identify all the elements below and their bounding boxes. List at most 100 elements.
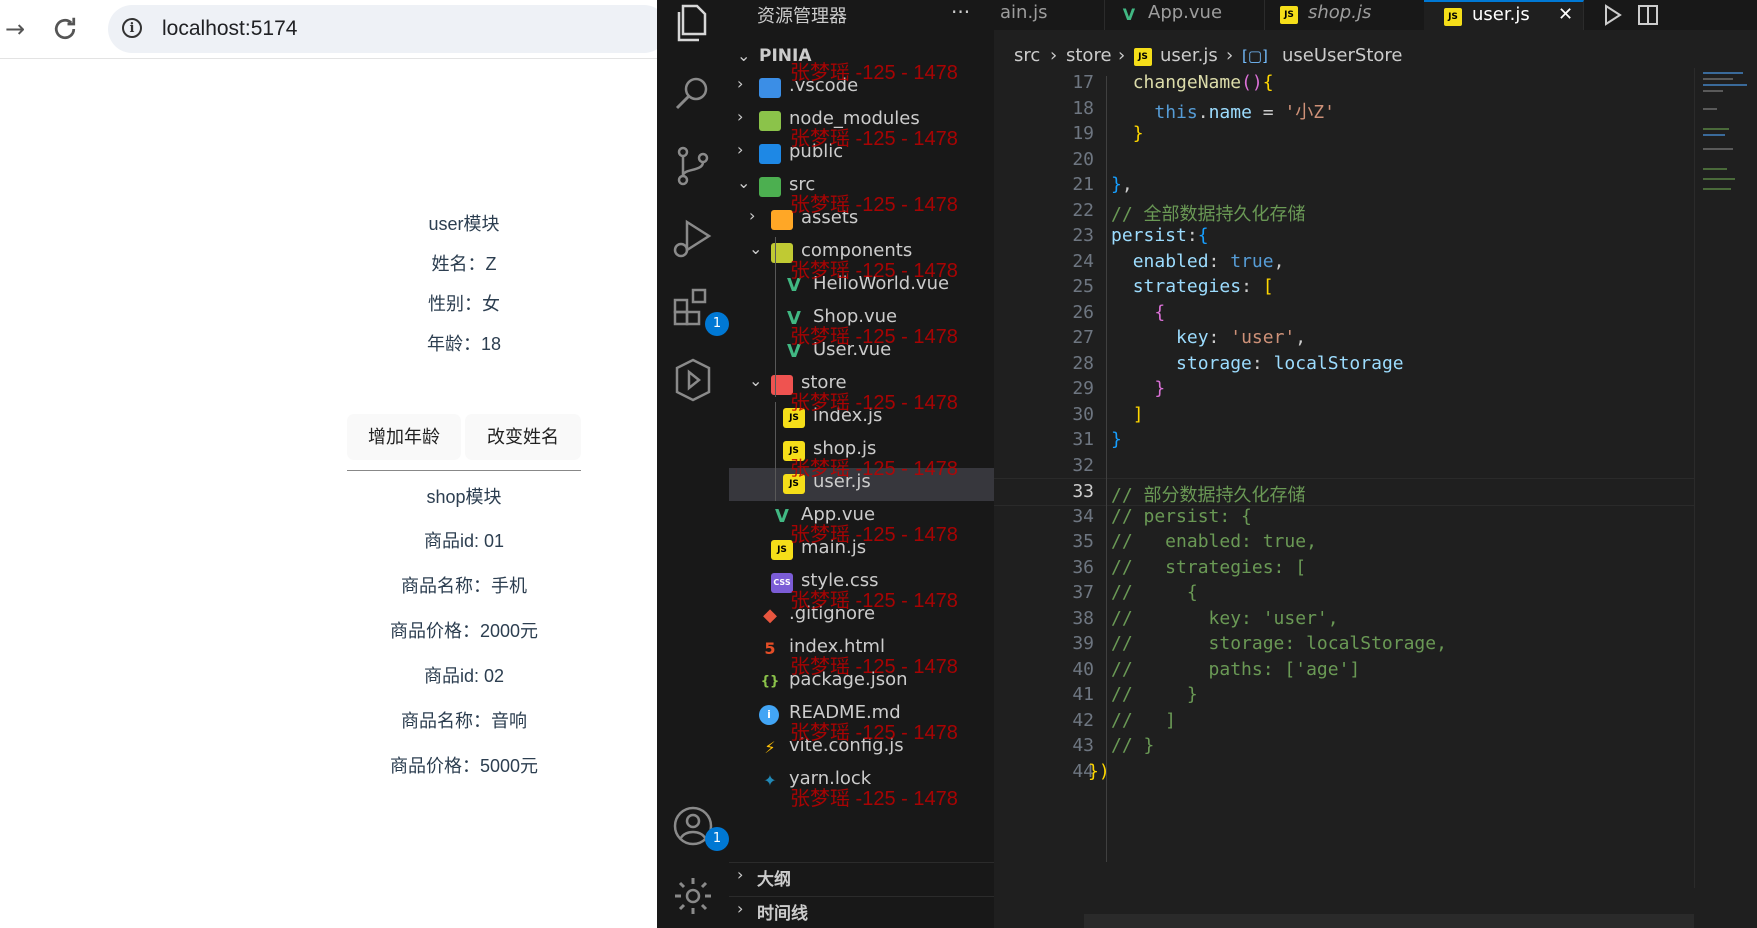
code-token: , bbox=[1273, 250, 1285, 272]
timeline-panel[interactable]: › 时间线 bbox=[729, 896, 994, 927]
line-number: 39 bbox=[1072, 633, 1094, 654]
code-token: '小Z' bbox=[1284, 101, 1335, 123]
line-number: 41 bbox=[1072, 684, 1094, 705]
site-info-icon[interactable]: i bbox=[122, 18, 142, 38]
code-token: { bbox=[1262, 72, 1274, 93]
breadcrumb-store[interactable]: store bbox=[1066, 45, 1112, 66]
code-line[interactable]: 26 { bbox=[994, 300, 1694, 326]
source-control-icon[interactable] bbox=[669, 142, 717, 190]
run-debug-icon[interactable] bbox=[669, 214, 717, 262]
code-token: // strategies: [ bbox=[1111, 556, 1307, 578]
code-line[interactable]: 32 bbox=[994, 453, 1694, 479]
line-number: 36 bbox=[1072, 556, 1094, 578]
code-line[interactable]: 33// 部分数据持久化存储 bbox=[994, 478, 1694, 506]
breadcrumb-user-js[interactable]: user.js bbox=[1160, 45, 1218, 66]
symbol-variable-icon: [▢] bbox=[1242, 47, 1268, 65]
reload-icon[interactable] bbox=[50, 14, 80, 44]
line-number: 42 bbox=[1072, 709, 1094, 731]
address-bar[interactable]: i localhost:5174 bbox=[108, 5, 668, 53]
code-line[interactable]: 42 // ] bbox=[994, 708, 1694, 734]
js-file-icon: JS bbox=[1134, 48, 1152, 66]
tab-shop-js[interactable]: JS shop.js bbox=[1264, 0, 1425, 30]
line-number: 35 bbox=[1072, 531, 1094, 552]
breadcrumb-src[interactable]: src bbox=[1014, 45, 1040, 66]
code-line[interactable]: 41 // } bbox=[994, 682, 1694, 708]
more-actions-icon[interactable]: ··· bbox=[951, 0, 970, 24]
tab-main-js[interactable]: ain.js bbox=[994, 0, 1105, 30]
code-token: // persist: { bbox=[1111, 505, 1252, 527]
breadcrumb-symbol[interactable]: useUserStore bbox=[1282, 45, 1402, 66]
line-number: 28 bbox=[1072, 352, 1094, 374]
explorer-icon[interactable] bbox=[669, 0, 717, 48]
code-line[interactable]: 17 changeName(){ bbox=[994, 70, 1694, 96]
line-number: 31 bbox=[1072, 429, 1094, 450]
minimap[interactable] bbox=[1694, 68, 1757, 888]
code-line[interactable]: 31} bbox=[994, 427, 1694, 453]
watermark-text: 张梦瑶 -125 - 1478 bbox=[790, 326, 958, 348]
code-line[interactable]: 21}, bbox=[994, 172, 1694, 198]
forward-arrow-icon[interactable]: → bbox=[0, 14, 30, 44]
code-text: storage: localStorage bbox=[1111, 353, 1404, 374]
code-token: // enabled: true, bbox=[1111, 531, 1317, 552]
tree-indent-guide bbox=[775, 402, 776, 501]
horizontal-scrollbar[interactable] bbox=[1084, 914, 1694, 928]
code-token: // { bbox=[1111, 582, 1198, 603]
close-icon[interactable]: ✕ bbox=[1558, 4, 1573, 25]
tab-user-js[interactable]: JS user.js ✕ bbox=[1424, 0, 1584, 30]
outline-label: 大纲 bbox=[757, 870, 791, 890]
code-line[interactable]: 36 // strategies: [ bbox=[994, 555, 1694, 581]
code-token: // key: 'user', bbox=[1111, 607, 1339, 629]
code-line[interactable]: 35 // enabled: true, bbox=[994, 529, 1694, 555]
code-line[interactable]: 37 // { bbox=[994, 580, 1694, 606]
code-line[interactable]: 29 } bbox=[994, 376, 1694, 402]
add-age-button[interactable]: 增加年龄 bbox=[347, 414, 461, 460]
line-number: 27 bbox=[1072, 327, 1094, 348]
run-icon[interactable] bbox=[1600, 3, 1624, 31]
code-token: } bbox=[1154, 378, 1166, 399]
line-number: 40 bbox=[1072, 658, 1094, 680]
line-number: 22 bbox=[1072, 199, 1094, 221]
code-line[interactable]: 28 storage: localStorage bbox=[994, 351, 1694, 377]
folder-icon bbox=[759, 111, 781, 131]
code-line[interactable]: 23 persist:{ bbox=[994, 223, 1694, 249]
code-line[interactable]: 18 this.name = '小Z' bbox=[994, 96, 1694, 123]
code-text: // persist: { bbox=[1111, 506, 1252, 527]
shop-module-title: shop模块 bbox=[426, 487, 502, 507]
code-line[interactable]: 43 // } bbox=[994, 733, 1694, 759]
change-name-button[interactable]: 改变姓名 bbox=[465, 414, 581, 460]
code-line[interactable]: 38 // key: 'user', bbox=[994, 606, 1694, 632]
code-line[interactable]: 24 enabled: true, bbox=[994, 249, 1694, 275]
code-line[interactable]: 19 } bbox=[994, 121, 1694, 147]
tab-app-vue[interactable]: V App.vue bbox=[1104, 0, 1265, 30]
code-text: }, bbox=[1111, 174, 1133, 195]
watermark-text: 张梦瑶 -125 - 1478 bbox=[790, 194, 958, 216]
code-line[interactable]: 40 // paths: ['age'] bbox=[994, 657, 1694, 683]
code-token: // } bbox=[1111, 735, 1155, 756]
code-area[interactable]: 17 changeName(){18 this.name = '小Z' 19 } 2… bbox=[994, 68, 1694, 888]
code-text: // paths: ['age'] bbox=[1111, 659, 1360, 680]
line-number: 43 bbox=[1072, 735, 1094, 756]
code-line[interactable]: 44}) bbox=[994, 759, 1694, 785]
code-line[interactable]: 27 key: 'user', bbox=[994, 325, 1694, 351]
code-token: changeName bbox=[1132, 72, 1242, 93]
search-icon[interactable] bbox=[669, 70, 717, 118]
settings-gear-icon[interactable] bbox=[669, 872, 717, 920]
split-editor-icon[interactable] bbox=[1636, 3, 1660, 31]
outline-panel[interactable]: › 大纲 bbox=[729, 862, 994, 893]
chevron-down-icon: ⌄ bbox=[737, 46, 751, 65]
code-token: : bbox=[1251, 352, 1274, 374]
code-line[interactable]: 20 bbox=[994, 147, 1694, 173]
line-number: 37 bbox=[1072, 582, 1094, 603]
watermark-text: 张梦瑶 -125 - 1478 bbox=[790, 524, 958, 546]
remote-explorer-icon[interactable] bbox=[669, 356, 717, 404]
url-text[interactable]: localhost:5174 bbox=[162, 17, 297, 41]
code-line[interactable]: 39 // storage: localStorage, bbox=[994, 631, 1694, 657]
code-line[interactable]: 34 // persist: { bbox=[994, 504, 1694, 530]
code-line[interactable]: 25 strategies: [ bbox=[994, 274, 1694, 300]
code-line[interactable]: 22 // 全部数据持久化存储 bbox=[994, 198, 1694, 225]
code-line[interactable]: 30 ] bbox=[994, 402, 1694, 428]
